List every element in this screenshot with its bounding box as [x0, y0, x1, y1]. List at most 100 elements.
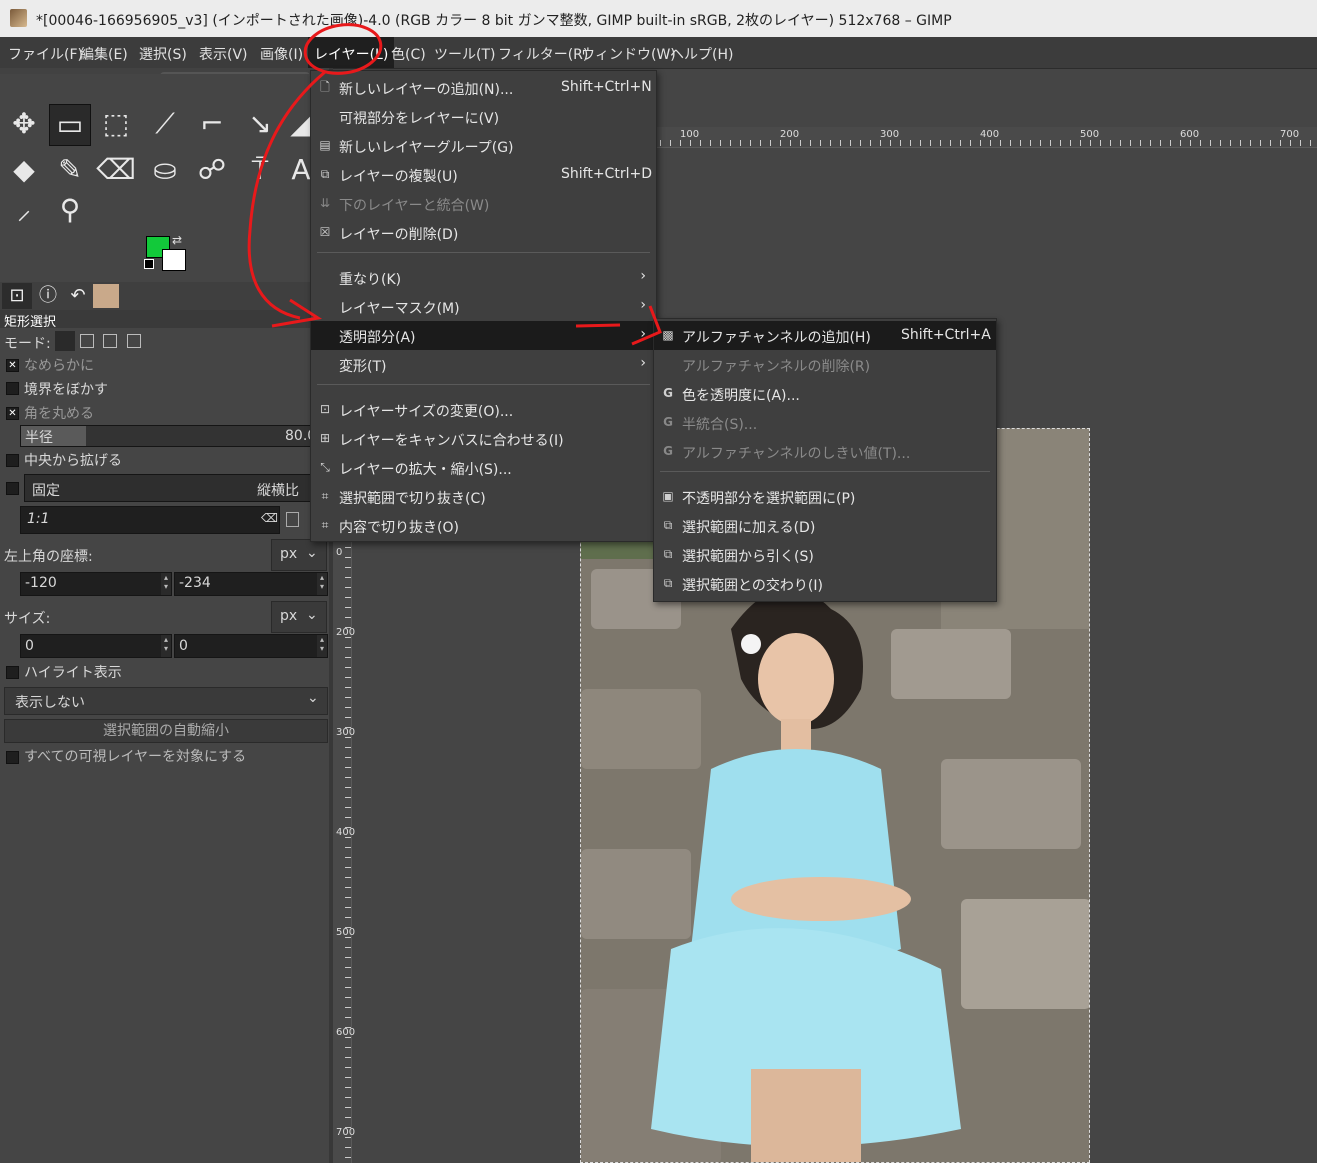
mode-subtract-icon[interactable]: [103, 334, 117, 348]
menu-item-new-from-visible[interactable]: 可視部分をレイヤーに(V): [311, 102, 656, 131]
chevron-down-icon: ⌄: [306, 607, 318, 623]
ratio-input[interactable]: 1:1 ⌫: [20, 506, 280, 534]
menu-item-duplicate-layer[interactable]: ⧉ レイヤーの複製(U) Shift+Ctrl+D: [311, 160, 656, 189]
menu-item-transparency[interactable]: 透明部分(A) ›: [311, 321, 656, 350]
position-y-input[interactable]: -234 ▴ ▾: [174, 572, 328, 596]
eraser-tool-icon[interactable]: ⌫: [96, 150, 136, 190]
clear-ratio-icon[interactable]: ⌫: [261, 511, 278, 525]
mode-intersect-icon[interactable]: [127, 334, 141, 348]
menu-filters[interactable]: フィルター(R): [498, 44, 588, 64]
menu-item-color-to-alpha[interactable]: G 色を透明度に(A)...: [654, 379, 996, 408]
menu-item-threshold-alpha[interactable]: G アルファチャンネルのしきい値(T)...: [654, 437, 996, 466]
highlight-checkbox[interactable]: [6, 666, 19, 679]
menu-item-layer-to-canvas[interactable]: ⊞ レイヤーをキャンバスに合わせる(I): [311, 424, 656, 453]
menu-item-crop-to-selection[interactable]: ⌗ 選択範囲で切り抜き(C): [311, 482, 656, 511]
chevron-down-icon: ⌄: [306, 545, 318, 561]
smudge-tool-icon[interactable]: ☍: [192, 150, 232, 190]
swap-colors-icon[interactable]: ⇄: [172, 233, 182, 247]
layer-size-icon: ⊡: [319, 402, 331, 416]
all-layers-checkbox[interactable]: [6, 751, 19, 764]
menu-item-remove-alpha[interactable]: アルファチャンネルの削除(R): [654, 350, 996, 379]
portrait-icon[interactable]: [286, 512, 299, 527]
menu-item-intersect-with-selection[interactable]: ⧉ 選択範囲との交わり(I): [654, 569, 996, 598]
color-picker-tool-icon[interactable]: ⸝: [4, 190, 44, 230]
tab-images-icon[interactable]: [93, 284, 119, 308]
menu-item-crop-to-content[interactable]: ⌗ 内容で切り抜き(O): [311, 511, 656, 540]
menu-colors[interactable]: 色(C): [391, 44, 426, 64]
menu-item-delete-layer[interactable]: ☒ レイヤーの削除(D): [311, 218, 656, 247]
menu-item-new-layer[interactable]: 🗋 新しいレイヤーの追加(N)... Shift+Ctrl+N: [311, 73, 656, 102]
menu-tools[interactable]: ツール(T): [434, 44, 495, 64]
menu-item-semi-flatten[interactable]: G 半統合(S)...: [654, 408, 996, 437]
zoom-tool-icon[interactable]: ⚲: [50, 190, 90, 230]
menu-item-add-alpha[interactable]: ▩ アルファチャンネルの追加(H) Shift+Ctrl+A: [654, 321, 996, 350]
position-y-spinner[interactable]: ▴ ▾: [317, 573, 327, 595]
tab-tool-options-icon[interactable]: ⊡: [2, 283, 32, 309]
fixed-select[interactable]: 固定 縦横比: [24, 474, 330, 502]
tab-undo-history-icon[interactable]: ↶: [63, 283, 93, 309]
guides-select[interactable]: 表示しない ⌄: [4, 687, 328, 715]
fixed-checkbox[interactable]: [6, 482, 19, 495]
position-x-spinner[interactable]: ▴ ▾: [161, 573, 171, 595]
rounded-corners-checkbox[interactable]: ✕: [6, 407, 19, 420]
menu-item-new-layer-group[interactable]: ▤ 新しいレイヤーグループ(G): [311, 131, 656, 160]
reset-colors-icon[interactable]: [144, 259, 154, 269]
bucket-fill-tool-icon[interactable]: ◆: [4, 150, 44, 190]
fuzzy-select-tool-icon[interactable]: ⟋: [145, 104, 185, 144]
feather-checkbox[interactable]: [6, 382, 19, 395]
transparency-submenu: ▩ アルファチャンネルの追加(H) Shift+Ctrl+A アルファチャンネル…: [653, 318, 997, 602]
rect-select-tool-icon[interactable]: ▭: [49, 104, 91, 146]
radius-slider[interactable]: 半径 80.0: [20, 425, 332, 447]
paths-tool-icon[interactable]: ⍑: [240, 150, 280, 190]
crop-tool-icon[interactable]: ⌐: [192, 104, 232, 144]
size-w-spinner[interactable]: ▴ ▾: [161, 635, 171, 657]
position-unit-select[interactable]: px ⌄: [271, 539, 327, 571]
menu-item-label: レイヤーの削除(D): [339, 227, 459, 243]
menu-item-layer-size[interactable]: ⊡ レイヤーサイズの変更(O)...: [311, 395, 656, 424]
clone-tool-icon[interactable]: ⛀: [145, 150, 185, 190]
mode-replace-icon[interactable]: [55, 331, 75, 351]
menu-help[interactable]: ヘルプ(H): [670, 44, 733, 64]
antialias-checkbox[interactable]: ✕: [6, 359, 19, 372]
size-w-input[interactable]: 0 ▴ ▾: [20, 634, 172, 658]
size-h-input[interactable]: 0 ▴ ▾: [174, 634, 328, 658]
menu-item-alpha-to-selection[interactable]: ▣ 不透明部分を選択範囲に(P): [654, 482, 996, 511]
auto-shrink-button[interactable]: 選択範囲の自動縮小: [4, 719, 328, 743]
tool-options-header: 矩形選択: [0, 310, 330, 330]
fixed-label: 固定: [32, 483, 60, 499]
menu-item-layer-mask[interactable]: レイヤーマスク(M) ›: [311, 292, 656, 321]
menu-item-stack[interactable]: 重なり(K) ›: [311, 263, 656, 292]
menu-layer[interactable]: レイヤー(L): [308, 37, 395, 68]
position-label: 左上角の座標:: [4, 549, 93, 565]
menu-item-transform[interactable]: 変形(T) ›: [311, 350, 656, 379]
menu-view[interactable]: 表示(V): [199, 44, 248, 64]
gimp-g-icon: G: [663, 415, 673, 429]
expand-center-checkbox[interactable]: [6, 454, 19, 467]
pencil-tool-icon[interactable]: ✎: [50, 150, 90, 190]
unified-transform-tool-icon[interactable]: ↘: [240, 104, 280, 144]
menu-windows[interactable]: ウィンドウ(W): [581, 44, 676, 64]
position-x-input[interactable]: -120 ▴ ▾: [20, 572, 172, 596]
alpha-to-selection-icon: ▣: [662, 489, 674, 503]
menu-item-merge-down[interactable]: ⇊ 下のレイヤーと統合(W): [311, 189, 656, 218]
menu-item-label: アルファチャンネルの削除(R): [682, 359, 871, 375]
tab-device-status-icon[interactable]: ⓘ: [33, 283, 63, 309]
size-h-spinner[interactable]: ▴ ▾: [317, 635, 327, 657]
mode-add-icon[interactable]: [80, 334, 94, 348]
move-tool-icon[interactable]: ✥: [4, 104, 44, 144]
window-title: *[00046-166956905_v3] (インポートされた画像)-4.0 (…: [36, 13, 952, 29]
menu-image[interactable]: 画像(I): [260, 44, 303, 64]
menu-file[interactable]: ファイル(F): [8, 44, 83, 64]
position-x-value: -120: [25, 575, 57, 591]
menu-item-scale-layer[interactable]: ⤡ レイヤーの拡大・縮小(S)...: [311, 453, 656, 482]
menu-select[interactable]: 選択(S): [139, 44, 187, 64]
subtract-selection-icon: ⧉: [663, 547, 673, 561]
free-select-tool-icon[interactable]: ⬚: [96, 104, 136, 144]
menu-edit[interactable]: 編集(E): [80, 44, 128, 64]
menu-item-add-to-selection[interactable]: ⧉ 選択範囲に加える(D): [654, 511, 996, 540]
scale-layer-icon: ⤡: [320, 460, 330, 474]
size-unit-select[interactable]: px ⌄: [271, 601, 327, 633]
chevron-right-icon: ›: [640, 268, 646, 284]
background-color-swatch[interactable]: [162, 249, 186, 271]
menu-item-subtract-from-selection[interactable]: ⧉ 選択範囲から引く(S): [654, 540, 996, 569]
